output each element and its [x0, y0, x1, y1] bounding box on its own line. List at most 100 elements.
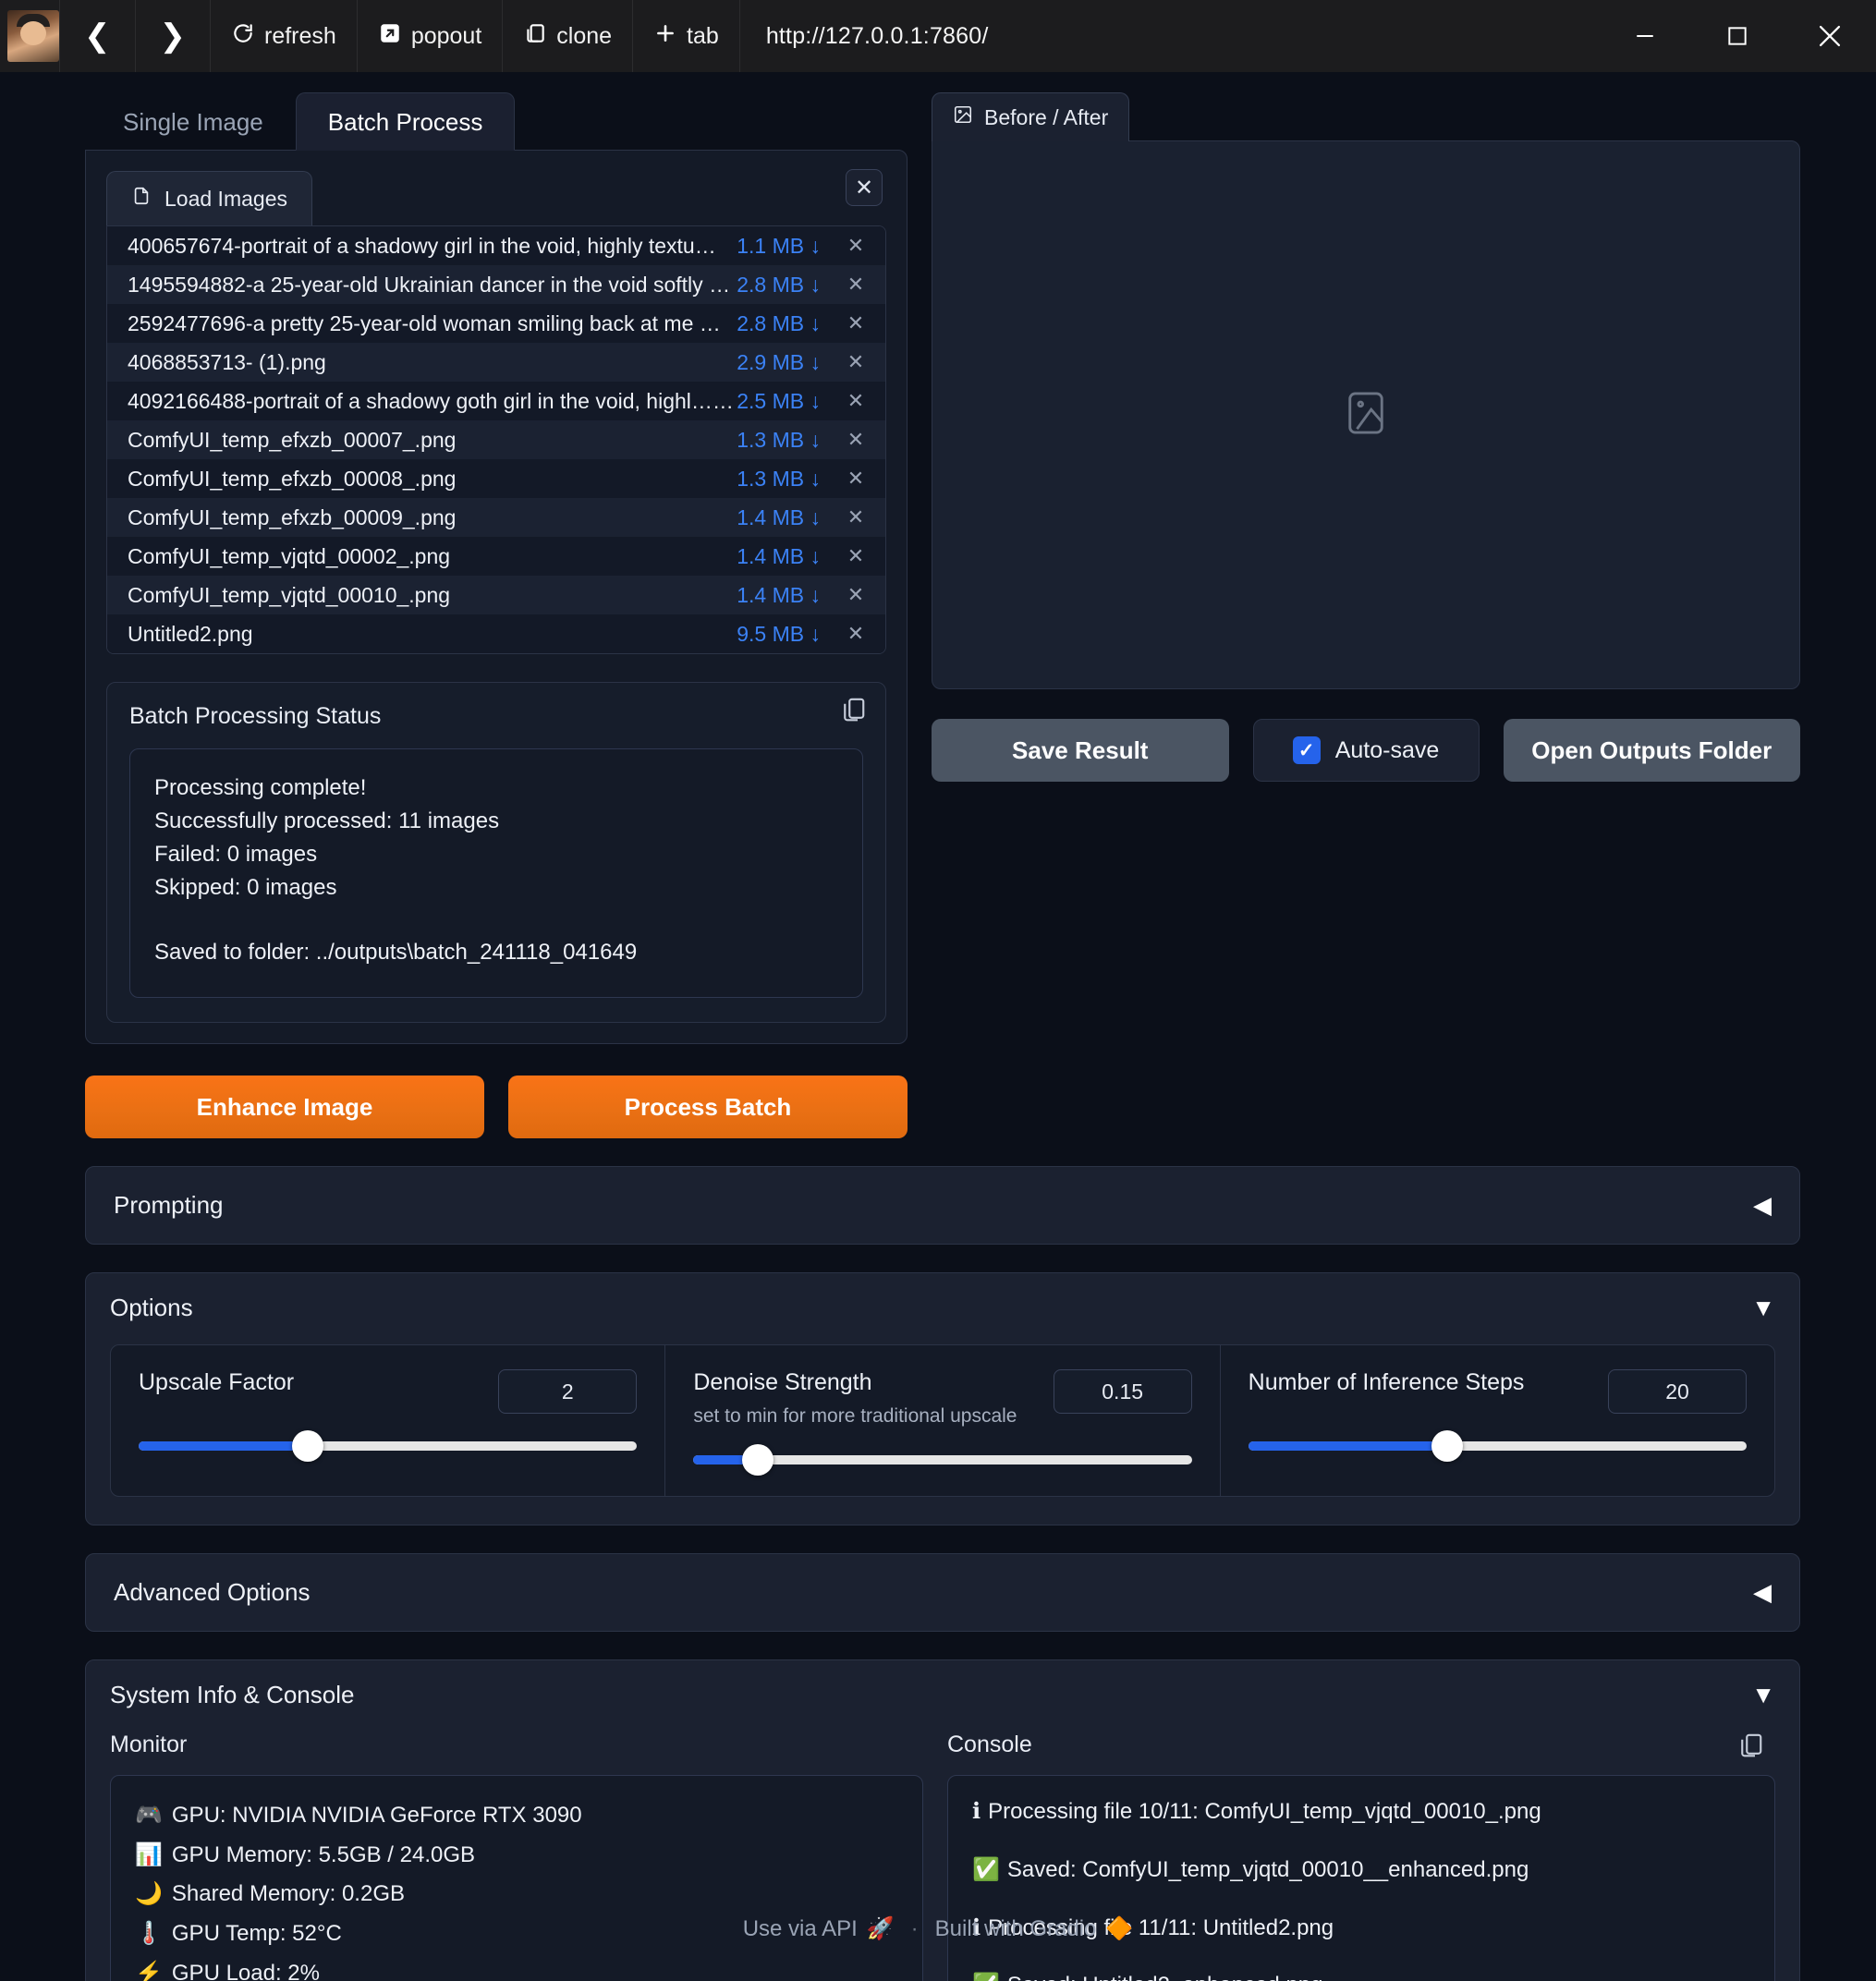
process-batch-button[interactable]: Process Batch	[508, 1076, 908, 1138]
chevron-right-icon: ❯	[159, 18, 187, 54]
refresh-label: refresh	[264, 22, 336, 49]
remove-file-icon[interactable]: ✕	[845, 428, 867, 452]
remove-file-icon[interactable]: ✕	[845, 350, 867, 374]
load-images-label: Load Images	[164, 186, 287, 211]
file-row[interactable]: 2592477696-a pretty 25-year-old woman sm…	[107, 304, 885, 343]
file-row[interactable]: 4092166488-portrait of a shadowy goth gi…	[107, 382, 885, 420]
remove-file-icon[interactable]: ✕	[845, 234, 867, 258]
file-name: ComfyUI_temp_efxzb_00008_.png	[128, 466, 457, 491]
clone-button[interactable]: clone	[503, 0, 632, 72]
denoise-strength-slider[interactable]	[693, 1444, 1192, 1476]
file-row[interactable]: 4068853713- (1).png 2.9 MB ↓ ✕	[107, 343, 885, 382]
url-bar[interactable]: http://127.0.0.1:7860/	[766, 23, 989, 50]
image-preview-area[interactable]	[932, 140, 1800, 689]
remove-file-icon[interactable]: ✕	[845, 389, 867, 413]
file-size-download[interactable]: 1.3 MB ↓	[737, 467, 821, 492]
popout-button[interactable]: popout	[358, 0, 502, 72]
load-images-button[interactable]: Load Images	[106, 171, 312, 225]
upscale-factor-slider[interactable]	[139, 1430, 638, 1462]
remove-file-icon[interactable]: ✕	[845, 544, 867, 568]
forward-button[interactable]: ❯	[136, 0, 211, 72]
inference-steps-value[interactable]: 20	[1607, 1369, 1747, 1414]
file-size-download[interactable]: 9.5 MB ↓	[737, 622, 821, 647]
file-size-download[interactable]: 1.3 MB ↓	[737, 428, 821, 453]
monitor-row: 📊 GPU Memory: 5.5GB / 24.0GB	[135, 1836, 898, 1876]
slider-knob[interactable]	[292, 1430, 324, 1462]
clear-files-button[interactable]: ✕	[846, 169, 883, 206]
monitor-row-icon: 🎮	[135, 1803, 163, 1828]
upscale-factor-value[interactable]: 2	[498, 1369, 638, 1414]
file-size-download[interactable]: 2.8 MB ↓	[737, 311, 821, 336]
file-row[interactable]: 1495594882-a 25-year-old Ukrainian dance…	[107, 265, 885, 304]
console-line-text: Processing file 10/11: ComfyUI_temp_vjqt…	[988, 1799, 1541, 1824]
remove-file-icon[interactable]: ✕	[845, 467, 867, 491]
file-row[interactable]: ComfyUI_temp_vjqtd_00002_.png 1.4 MB ↓ ✕	[107, 537, 885, 576]
console-line-text: Saved: Untitled2_enhanced.png	[1007, 1973, 1323, 1981]
back-button[interactable]: ❮	[60, 0, 135, 72]
accordion-stack: Prompting ◀ Options ▼ Upscale Factor 2 D…	[0, 1166, 1876, 1981]
remove-file-icon[interactable]: ✕	[845, 273, 867, 297]
new-tab-button[interactable]: tab	[633, 0, 739, 72]
slider-knob[interactable]	[1431, 1430, 1464, 1462]
checkbox-icon[interactable]: ✓	[1292, 736, 1321, 764]
app-page: Single Image Batch Process Load Images ✕	[0, 72, 1876, 1981]
tab-single-image[interactable]: Single Image	[91, 92, 296, 151]
file-size-download[interactable]: 2.5 MB ↓	[737, 389, 821, 414]
console-line-icon: ✅	[972, 1856, 1000, 1882]
file-size-download[interactable]: 2.9 MB ↓	[737, 350, 821, 375]
auto-save-toggle[interactable]: ✓ Auto-save	[1252, 719, 1480, 782]
file-row[interactable]: Untitled2.png 9.5 MB ↓ ✕	[107, 614, 885, 653]
monitor-row-icon: 🌙	[135, 1881, 163, 1907]
refresh-button[interactable]: refresh	[211, 0, 357, 72]
action-button-row: Enhance Image Process Batch	[85, 1076, 908, 1138]
open-outputs-folder-button[interactable]: Open Outputs Folder	[1503, 719, 1800, 782]
file-size-download[interactable]: 1.4 MB ↓	[737, 505, 821, 530]
accordion-system-header[interactable]: System Info & Console ▼	[110, 1681, 1775, 1709]
slider-knob[interactable]	[742, 1444, 774, 1476]
use-via-api-link[interactable]: Use via API 🚀	[743, 1915, 895, 1942]
image-placeholder-icon	[1345, 389, 1387, 442]
maximize-button[interactable]	[1691, 0, 1784, 72]
file-row[interactable]: ComfyUI_temp_efxzb_00009_.png 1.4 MB ↓ ✕	[107, 498, 885, 537]
file-size-download[interactable]: 1.4 MB ↓	[737, 583, 821, 608]
clone-label: clone	[556, 22, 613, 49]
slider-fill	[1248, 1441, 1448, 1451]
tab-batch-process[interactable]: Batch Process	[295, 92, 516, 151]
enhance-image-button[interactable]: Enhance Image	[85, 1076, 484, 1138]
profile-avatar[interactable]	[7, 10, 59, 62]
save-result-button[interactable]: Save Result	[932, 719, 1229, 782]
denoise-strength-value[interactable]: 0.15	[1053, 1369, 1192, 1414]
file-row[interactable]: 400657674-portrait of a shadowy girl in …	[107, 226, 885, 265]
file-name: 2592477696-a pretty 25-year-old woman sm…	[128, 310, 737, 335]
copy-icon[interactable]	[839, 696, 869, 725]
file-size-download[interactable]: 1.4 MB ↓	[737, 544, 821, 569]
file-size-download[interactable]: 1.1 MB ↓	[737, 234, 821, 259]
close-button[interactable]	[1784, 0, 1876, 72]
file-row[interactable]: ComfyUI_temp_efxzb_00007_.png 1.3 MB ↓ ✕	[107, 420, 885, 459]
monitor-column: Monitor 🎮 GPU: NVIDIA NVIDIA GeForce RTX …	[110, 1732, 923, 1981]
options-sliders: Upscale Factor 2 Denoise Strength set to…	[110, 1344, 1775, 1497]
copy-icon[interactable]	[1736, 1732, 1766, 1761]
accordion-system-title: System Info & Console	[110, 1681, 355, 1708]
minimize-button[interactable]	[1599, 0, 1691, 72]
upscale-factor-label: Upscale Factor	[139, 1369, 295, 1395]
file-list: 400657674-portrait of a shadowy girl in …	[106, 225, 886, 654]
accordion-options-header[interactable]: Options ▼	[110, 1294, 1775, 1322]
file-name: ComfyUI_temp_efxzb_00007_.png	[128, 427, 457, 452]
remove-file-icon[interactable]: ✕	[845, 311, 867, 335]
monitor-row-text: GPU Load: 2%	[171, 1960, 320, 1981]
file-row[interactable]: ComfyUI_temp_efxzb_00008_.png 1.3 MB ↓ ✕	[107, 459, 885, 498]
file-row[interactable]: ComfyUI_temp_vjqtd_00010_.png 1.4 MB ↓ ✕	[107, 576, 885, 614]
accordion-prompting[interactable]: Prompting ◀	[85, 1166, 1800, 1245]
denoise-strength-hint: set to min for more traditional upscale	[693, 1405, 1017, 1427]
plus-icon	[653, 21, 677, 52]
remove-file-icon[interactable]: ✕	[845, 583, 867, 607]
file-size-download[interactable]: 2.8 MB ↓	[737, 273, 821, 298]
monitor-row-text: GPU Memory: 5.5GB / 24.0GB	[171, 1841, 476, 1867]
accordion-advanced-options[interactable]: Advanced Options ◀	[85, 1553, 1800, 1632]
inference-steps-slider[interactable]	[1248, 1430, 1747, 1462]
remove-file-icon[interactable]: ✕	[845, 505, 867, 529]
monitor-label: Monitor	[110, 1732, 188, 1757]
built-with-gradio-link[interactable]: Built with Gradio 🔶	[935, 1915, 1134, 1942]
remove-file-icon[interactable]: ✕	[845, 622, 867, 646]
